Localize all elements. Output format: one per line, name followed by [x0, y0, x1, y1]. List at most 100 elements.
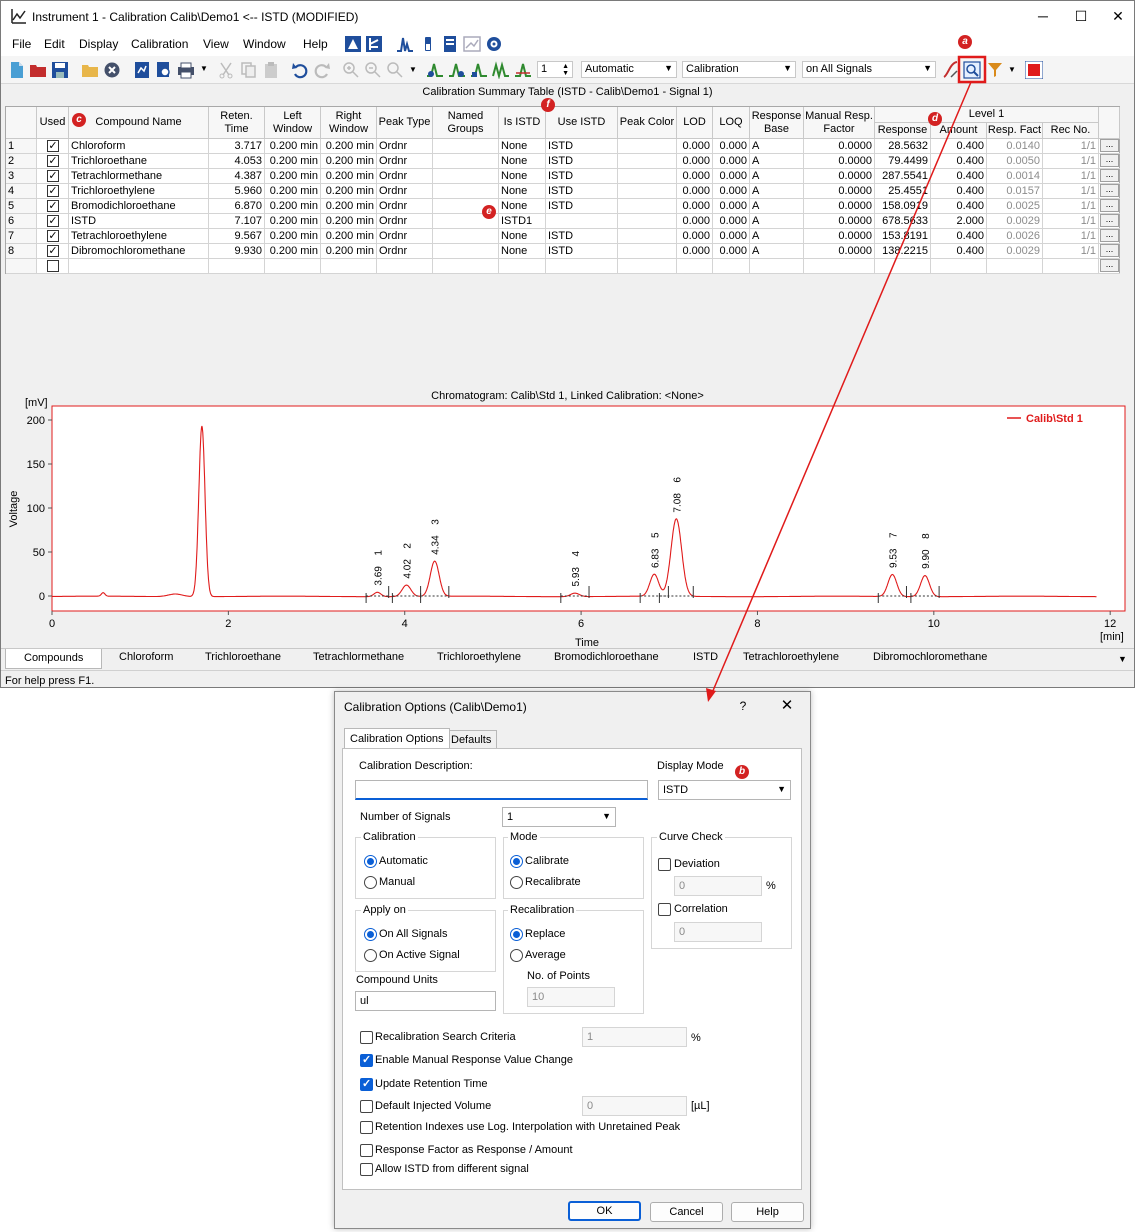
table-cell-response[interactable]: 25.4551: [875, 184, 931, 199]
table-cell-rf[interactable]: [987, 259, 1043, 274]
table-cell-use_istd[interactable]: ISTD: [546, 169, 618, 184]
table-cell-rt[interactable]: 3.717: [209, 139, 265, 154]
calibration-curve-icon[interactable]: [942, 61, 960, 79]
peak-split-icon[interactable]: [492, 61, 510, 79]
table-cell-loq[interactable]: 0.000: [713, 199, 750, 214]
table-cell-amount[interactable]: 0.400: [931, 139, 987, 154]
recal-search-checkbox[interactable]: [360, 1031, 373, 1044]
table-cell-pt[interactable]: [377, 259, 433, 274]
table-cell-peak-color[interactable]: [618, 229, 677, 244]
table-cell-peak-color[interactable]: [618, 259, 677, 274]
table-cell-peak-color[interactable]: [618, 154, 677, 169]
table-cell-rec[interactable]: 1/1: [1043, 139, 1099, 154]
header-right-window[interactable]: Right Window: [321, 107, 377, 139]
tab-compounds[interactable]: Compounds: [5, 649, 103, 669]
table-cell-loq[interactable]: [713, 259, 750, 274]
tabs-dropdown-icon[interactable]: ▼: [1118, 654, 1127, 664]
close-button[interactable]: ✕: [1095, 1, 1134, 32]
header-rec-no[interactable]: Rec No.: [1043, 123, 1099, 139]
mode-select[interactable]: Automatic ▼: [581, 61, 677, 78]
folder-icon[interactable]: [81, 61, 99, 79]
tab-chloroform[interactable]: Chloroform: [119, 651, 173, 663]
peak-add-icon[interactable]: [426, 61, 444, 79]
table-cell-rec[interactable]: 1/1: [1043, 184, 1099, 199]
default-inj-checkbox[interactable]: [360, 1100, 373, 1113]
table-cell-base[interactable]: A: [750, 214, 804, 229]
table-cell-rw[interactable]: 0.200 min: [321, 214, 377, 229]
header-response[interactable]: Response: [875, 123, 931, 139]
rf-checkbox[interactable]: [360, 1144, 373, 1157]
new-icon[interactable]: [8, 61, 26, 79]
used-checkbox[interactable]: ✓: [47, 170, 59, 182]
table-cell-mrf[interactable]: 0.0000: [804, 139, 875, 154]
tab-trichloroethane[interactable]: Trichloroethane: [205, 651, 281, 663]
table-cell-is_istd[interactable]: None: [499, 199, 546, 214]
deviation-input[interactable]: 0: [674, 876, 762, 896]
table-cell-rw[interactable]: 0.200 min: [321, 229, 377, 244]
num-points-input[interactable]: 10: [527, 987, 615, 1007]
table-cell-lod[interactable]: 0.000: [677, 214, 713, 229]
enable-manual-checkbox[interactable]: [360, 1053, 373, 1067]
menu-calibration[interactable]: Calibration: [131, 37, 188, 51]
table-cell-use_istd[interactable]: [546, 214, 618, 229]
table-cell-base[interactable]: A: [750, 199, 804, 214]
menu-window[interactable]: Window: [243, 37, 286, 51]
calibration-options-icon[interactable]: [963, 61, 981, 79]
table-cell-response[interactable]: 28.5632: [875, 139, 931, 154]
export-icon[interactable]: [133, 61, 151, 79]
table-cell-lod[interactable]: 0.000: [677, 199, 713, 214]
update-rt-checkbox[interactable]: [360, 1077, 373, 1091]
table-cell-base[interactable]: A: [750, 154, 804, 169]
table-cell-rf[interactable]: 0.0014: [987, 169, 1043, 184]
row-details-button[interactable]: ...: [1100, 259, 1119, 272]
menu-help[interactable]: Help: [303, 37, 328, 51]
target-icon[interactable]: [485, 35, 503, 53]
method-icon[interactable]: [344, 35, 362, 53]
table-cell-peak-color[interactable]: [618, 244, 677, 259]
table-cell-is_istd[interactable]: None: [499, 154, 546, 169]
table-cell-response[interactable]: 158.0919: [875, 199, 931, 214]
table-cell-lw[interactable]: 0.200 min: [265, 139, 321, 154]
table-cell-response[interactable]: 678.5633: [875, 214, 931, 229]
tab-bromodichloroethane[interactable]: Bromodichloroethane: [554, 651, 659, 663]
table-cell-rw[interactable]: 0.200 min: [321, 169, 377, 184]
table-cell-mrf[interactable]: 0.0000: [804, 214, 875, 229]
menu-file[interactable]: File: [12, 37, 31, 51]
table-cell-rw[interactable]: 0.200 min: [321, 244, 377, 259]
undo-icon[interactable]: [291, 61, 309, 79]
table-cell-mrf[interactable]: 0.0000: [804, 169, 875, 184]
table-cell-rf[interactable]: 0.0157: [987, 184, 1043, 199]
tab-istd[interactable]: ISTD: [693, 651, 718, 663]
used-checkbox[interactable]: ✓: [47, 155, 59, 167]
table-cell-mrf[interactable]: 0.0000: [804, 154, 875, 169]
table-cell-rec[interactable]: 1/1: [1043, 244, 1099, 259]
table-cell-peak-color[interactable]: [618, 184, 677, 199]
table-cell-lod[interactable]: 0.000: [677, 184, 713, 199]
table-cell-use_istd[interactable]: ISTD: [546, 139, 618, 154]
used-checkbox[interactable]: ✓: [47, 200, 59, 212]
table-cell-pt[interactable]: Ordnr: [377, 139, 433, 154]
table-cell-loq[interactable]: 0.000: [713, 214, 750, 229]
table-cell-loq[interactable]: 0.000: [713, 184, 750, 199]
sequence-icon[interactable]: [441, 35, 459, 53]
display-mode-select[interactable]: ISTD ▼: [658, 780, 791, 800]
dialog-close-button[interactable]: ✕: [775, 696, 799, 714]
chromatogram-icon[interactable]: [396, 35, 414, 53]
table-cell-pt[interactable]: Ordnr: [377, 184, 433, 199]
used-checkbox[interactable]: ✓: [47, 215, 59, 227]
tab-calibration-options[interactable]: Calibration Options: [344, 728, 450, 748]
table-cell-pt[interactable]: Ordnr: [377, 229, 433, 244]
close-file-icon[interactable]: [103, 61, 121, 79]
stop-icon[interactable]: [1025, 61, 1043, 79]
help-button[interactable]: Help: [731, 1202, 804, 1222]
table-cell-base[interactable]: A: [750, 229, 804, 244]
copy-icon[interactable]: [240, 61, 258, 79]
table-cell-lod[interactable]: [677, 259, 713, 274]
table-cell-base[interactable]: A: [750, 244, 804, 259]
correlation-input[interactable]: 0: [674, 922, 762, 942]
table-cell-lw[interactable]: 0.200 min: [265, 154, 321, 169]
table-cell-ng[interactable]: [433, 154, 499, 169]
table-cell-rec[interactable]: 1/1: [1043, 154, 1099, 169]
menu-view[interactable]: View: [203, 37, 229, 51]
radio-calibrate[interactable]: [510, 855, 523, 868]
